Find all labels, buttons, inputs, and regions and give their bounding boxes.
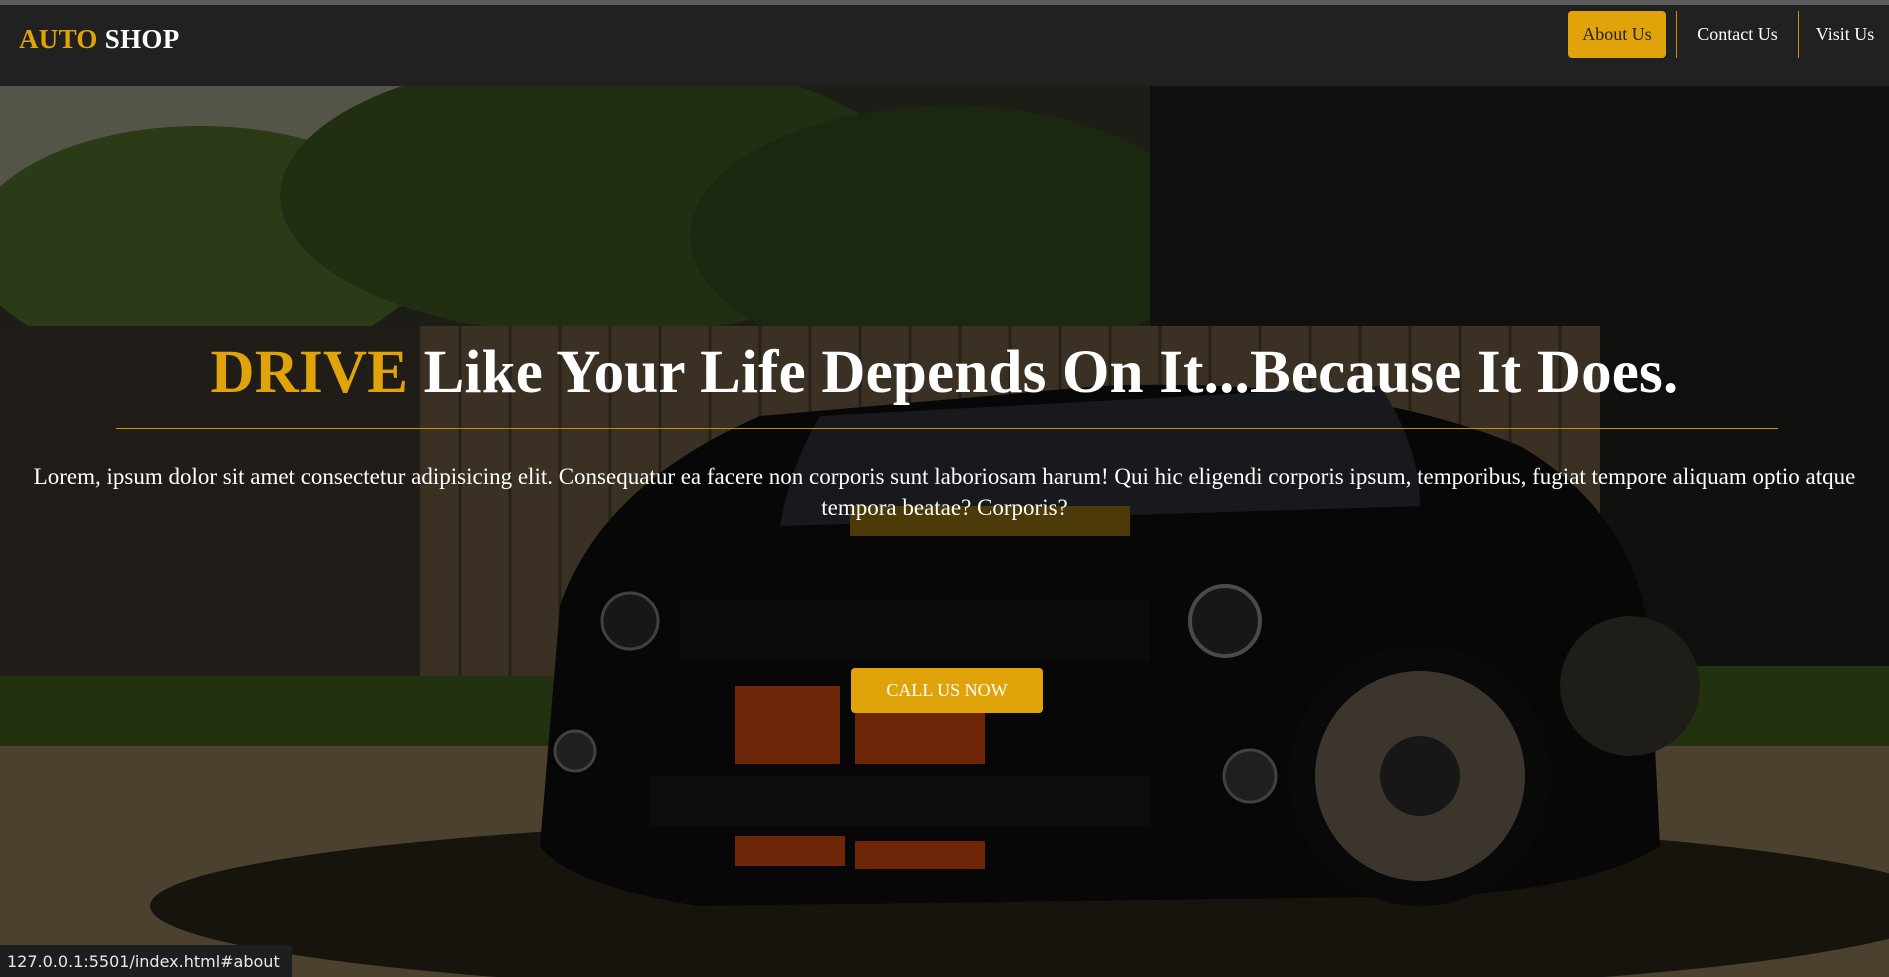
nav-divider: [1676, 11, 1677, 58]
hero-dark-overlay: [0, 86, 1889, 977]
hero-headline: DRIVE Like Your Life Depends On It...Bec…: [0, 338, 1889, 408]
nav-visit-us[interactable]: Visit Us: [1801, 11, 1889, 58]
call-us-now-button[interactable]: CALL US NOW: [851, 668, 1043, 713]
brand-logo[interactable]: AUTO SHOP: [19, 24, 180, 55]
headline-rest: Like Your Life Depends On It...Because I…: [408, 339, 1679, 406]
hero-lead-text: Lorem, ipsum dolor sit amet consectetur …: [33, 464, 1856, 520]
nav-divider: [1798, 11, 1799, 58]
brand-rest: SHOP: [104, 24, 180, 54]
nav-contact-us[interactable]: Contact Us: [1679, 11, 1796, 58]
link-preview-statusbar: 127.0.0.1:5501/index.html#about: [0, 945, 292, 977]
hero-section: [0, 86, 1889, 977]
nav-about-us[interactable]: About Us: [1568, 11, 1666, 58]
hero-divider: [116, 428, 1778, 429]
navbar: AUTO SHOP About Us Contact Us Visit Us: [0, 5, 1889, 86]
brand-accent: AUTO: [19, 24, 98, 54]
nav-links: About Us Contact Us Visit Us: [1568, 11, 1889, 58]
headline-accent: DRIVE: [210, 339, 409, 406]
